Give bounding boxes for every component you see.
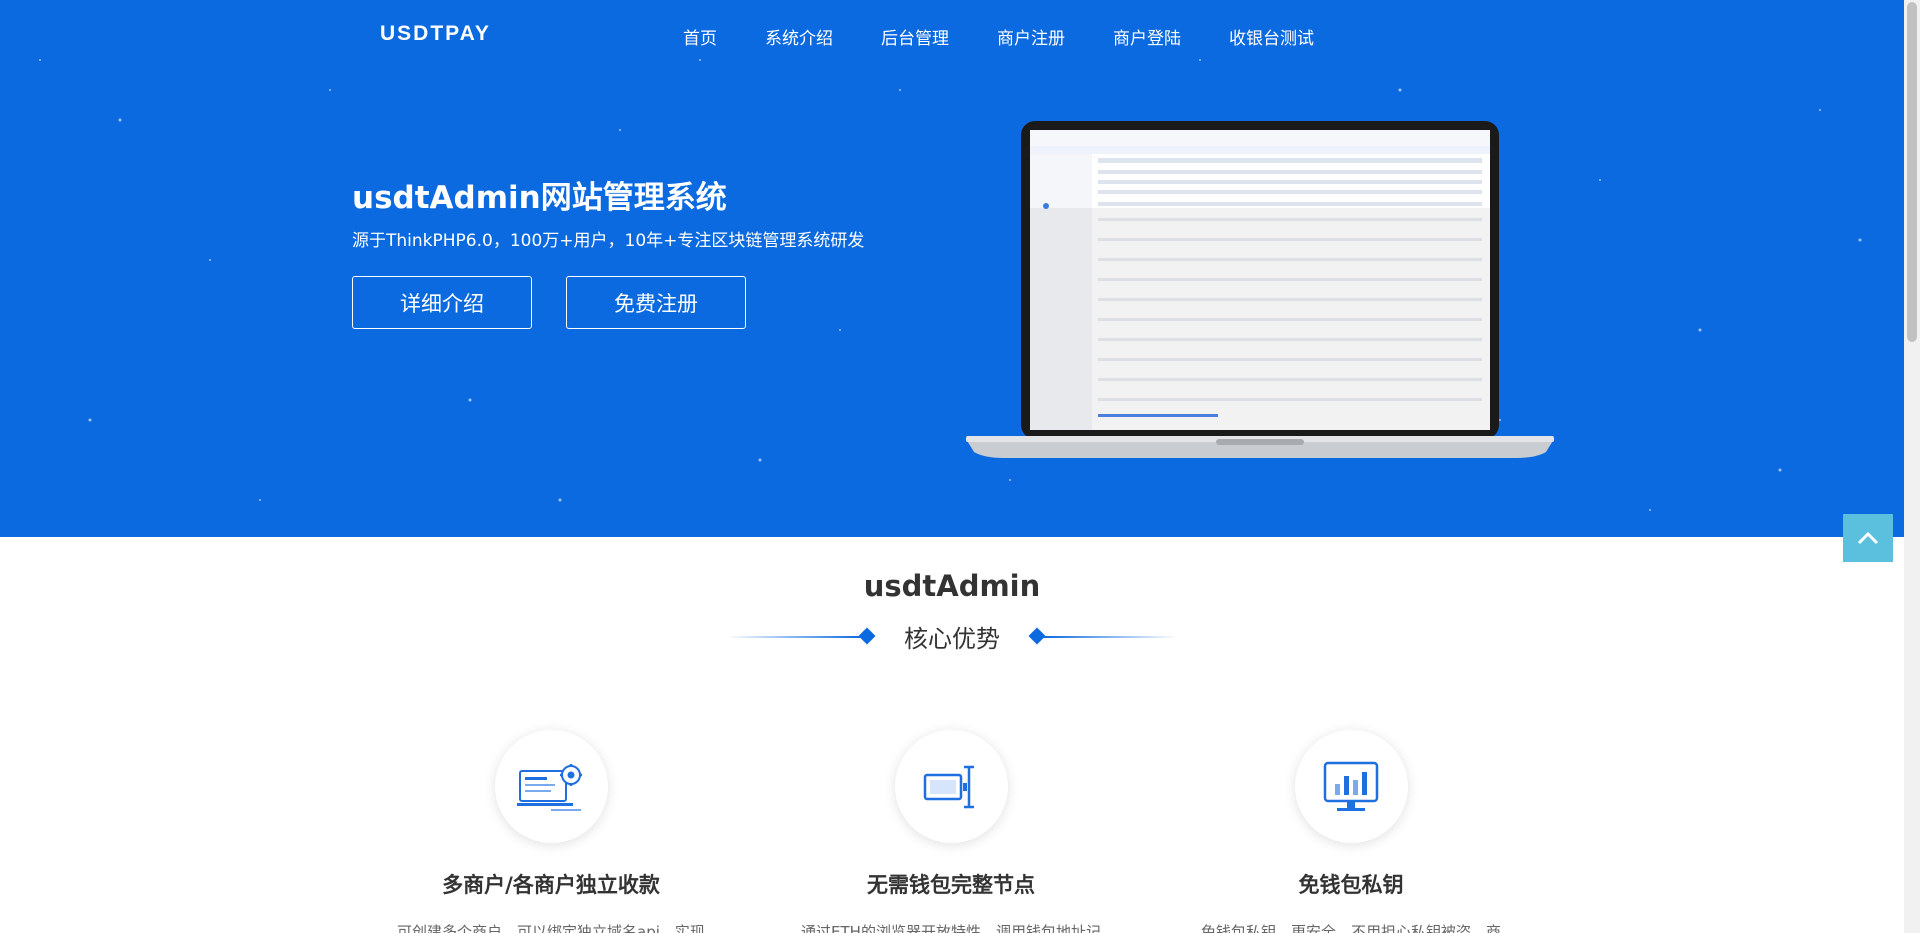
scrollbar-thumb[interactable] <box>1907 2 1917 342</box>
nav-item-home[interactable]: 首页 <box>683 24 717 49</box>
settings-screen-icon <box>494 730 608 843</box>
feature-title: 无需钱包完整节点 <box>867 873 1035 897</box>
nav-item-register[interactable]: 商户注册 <box>997 24 1065 49</box>
feature-title: 多商户/各商户独立收款 <box>442 873 660 897</box>
wallet-node-icon <box>894 730 1008 843</box>
feature-text: 通过ETH的浏览器开放特性，调用钱包地址记 <box>801 923 1101 933</box>
page: USDTPAY 首页 系统介绍 后台管理 商户注册 商户登陆 收银台测试 usd… <box>0 0 1920 933</box>
chevron-up-icon <box>1857 531 1879 545</box>
detail-button[interactable]: 详细介绍 <box>352 276 532 329</box>
feature-card: 多商户/各商户独立收款 可创建多个商户，可以绑定独立域名api，实现 <box>351 730 751 933</box>
feature-text: 免钱包私钥，更安全，不用担心私钥被盗，商 <box>1200 923 1501 933</box>
nav-item-admin[interactable]: 后台管理 <box>881 24 949 49</box>
hero-banner: USDTPAY 首页 系统介绍 后台管理 商户注册 商户登陆 收银台测试 usd… <box>0 0 1904 537</box>
page-scrollbar[interactable] <box>1904 0 1920 933</box>
feature-text: 可创建多个商户，可以绑定独立域名api，实现 <box>397 923 705 933</box>
back-to-top-button[interactable] <box>1843 514 1893 562</box>
register-button[interactable]: 免费注册 <box>566 276 746 329</box>
section-subtitle: 核心优势 <box>904 625 1000 653</box>
feature-title: 免钱包私钥 <box>1298 873 1404 897</box>
hero-subtitle: 源于ThinkPHP6.0，100万+用户，10年+专注区块链管理系统研发 <box>352 231 865 251</box>
section-subtitle-row: 核心优势 <box>0 619 1904 655</box>
nav-item-login[interactable]: 商户登陆 <box>1113 24 1181 49</box>
divider-line-right <box>1043 636 1178 638</box>
feature-card: 无需钱包完整节点 通过ETH的浏览器开放特性，调用钱包地址记 <box>751 730 1151 933</box>
nav-item-checkout-test[interactable]: 收银台测试 <box>1229 24 1314 49</box>
site-logo[interactable]: USDTPAY <box>380 22 491 46</box>
main-nav: 首页 系统介绍 后台管理 商户注册 商户登陆 收银台测试 <box>683 24 1362 49</box>
nav-item-intro[interactable]: 系统介绍 <box>765 24 833 49</box>
feature-card: 免钱包私钥 免钱包私钥，更安全，不用担心私钥被盗，商 <box>1151 730 1551 933</box>
laptop-illustration <box>966 121 1554 458</box>
star-background <box>39 29 1862 511</box>
section-title: usdtAdmin <box>863 569 1041 603</box>
hero-title: usdtAdmin网站管理系统 <box>352 180 727 216</box>
monitor-chart-icon <box>1294 730 1408 843</box>
